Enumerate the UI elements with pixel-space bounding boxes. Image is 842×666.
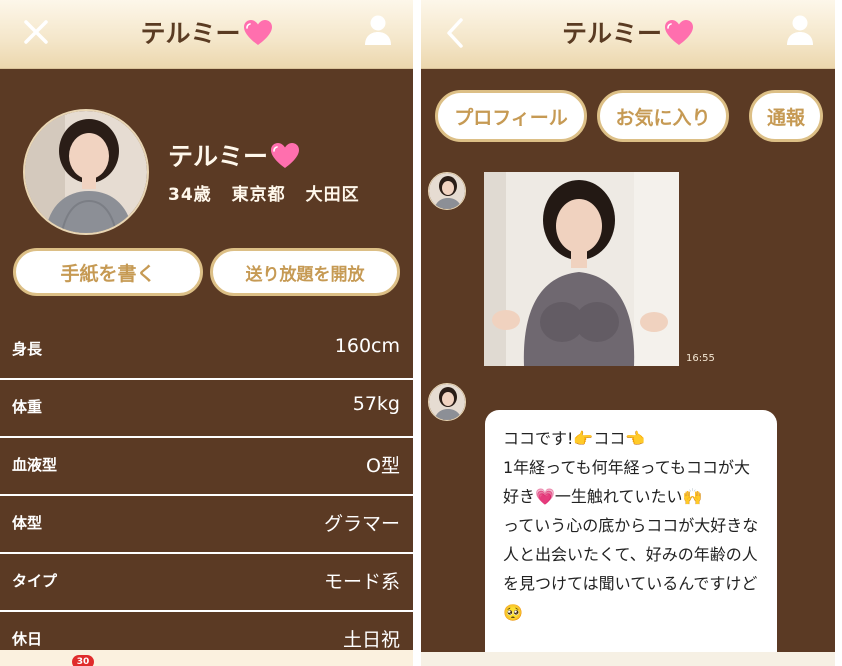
name-text: テルミー	[168, 142, 269, 171]
title-text: テルミー	[561, 19, 662, 48]
message-timestamp: 16:55	[686, 353, 715, 364]
page-title: テルミー	[421, 14, 835, 50]
unlimited-messages-button[interactable]: 送り放題を開放	[210, 248, 400, 296]
detail-value: グラマー	[323, 513, 400, 535]
profile-prefecture: 東京都	[231, 185, 286, 205]
tab-report[interactable]: 通報	[749, 90, 823, 142]
user-button[interactable]	[361, 12, 395, 48]
user-button[interactable]	[783, 12, 817, 48]
detail-value: 57kg	[352, 393, 400, 415]
detail-label: 身長	[12, 340, 43, 358]
profile-name: テルミー	[168, 137, 300, 173]
heart-icon	[271, 143, 300, 168]
sender-avatar[interactable]	[428, 383, 466, 421]
screenshot: テルミー テルミー 34歳 東京都 大田区 手紙を書く 送り放題を開放 身長 1…	[0, 0, 842, 666]
profile-age: 34歳	[168, 185, 212, 205]
detail-row: 体型 グラマー	[0, 496, 413, 554]
sender-avatar[interactable]	[428, 172, 466, 210]
detail-label: タイプ	[12, 572, 58, 590]
title-text: テルミー	[140, 19, 241, 48]
message-photo[interactable]	[484, 172, 679, 366]
detail-row: 血液型 O型	[0, 438, 413, 496]
detail-row: 身長 160cm	[0, 322, 413, 380]
detail-label: 体重	[12, 398, 43, 416]
avatar[interactable]	[23, 109, 149, 235]
detail-value: モード系	[323, 571, 400, 593]
detail-label: 体型	[12, 514, 43, 532]
heart-icon	[665, 20, 693, 45]
tab-favorite[interactable]: お気に入り	[597, 90, 729, 142]
detail-label: 休日	[12, 630, 43, 648]
heart-icon	[243, 20, 272, 45]
message-text: ココです!👉ココ👈 1年経っても何年経ってもココが大好き💗一生触れていたい🙌 っ…	[503, 429, 759, 622]
user-icon	[787, 15, 813, 45]
chat-screen: テルミー プロフィール お気に入り 通報 16:55 ココです!👉ココ👈 1年経…	[421, 0, 835, 666]
detail-value: 160cm	[334, 335, 400, 357]
tab-bar	[0, 650, 413, 666]
chat-header: テルミー	[421, 0, 835, 69]
profile-screen: テルミー テルミー 34歳 東京都 大田区 手紙を書く 送り放題を開放 身長 1…	[0, 0, 413, 666]
page-title: テルミー	[0, 14, 413, 50]
detail-row: 体重 57kg	[0, 380, 413, 438]
detail-label: 血液型	[12, 456, 58, 474]
notification-badge: 30	[72, 655, 94, 666]
detail-value: 土日祝	[342, 629, 400, 651]
profile-meta: 34歳 東京都 大田区	[168, 180, 380, 205]
profile-city: 大田区	[305, 185, 360, 205]
bottom-bar	[421, 652, 835, 666]
write-letter-button[interactable]: 手紙を書く	[13, 248, 203, 296]
tab-profile[interactable]: プロフィール	[435, 90, 587, 142]
user-icon	[365, 15, 391, 45]
detail-value: O型	[366, 455, 400, 477]
profile-header: テルミー	[0, 0, 413, 69]
detail-row: タイプ モード系	[0, 554, 413, 612]
message-bubble: ココです!👉ココ👈 1年経っても何年経ってもココが大好き💗一生触れていたい🙌 っ…	[485, 410, 777, 666]
